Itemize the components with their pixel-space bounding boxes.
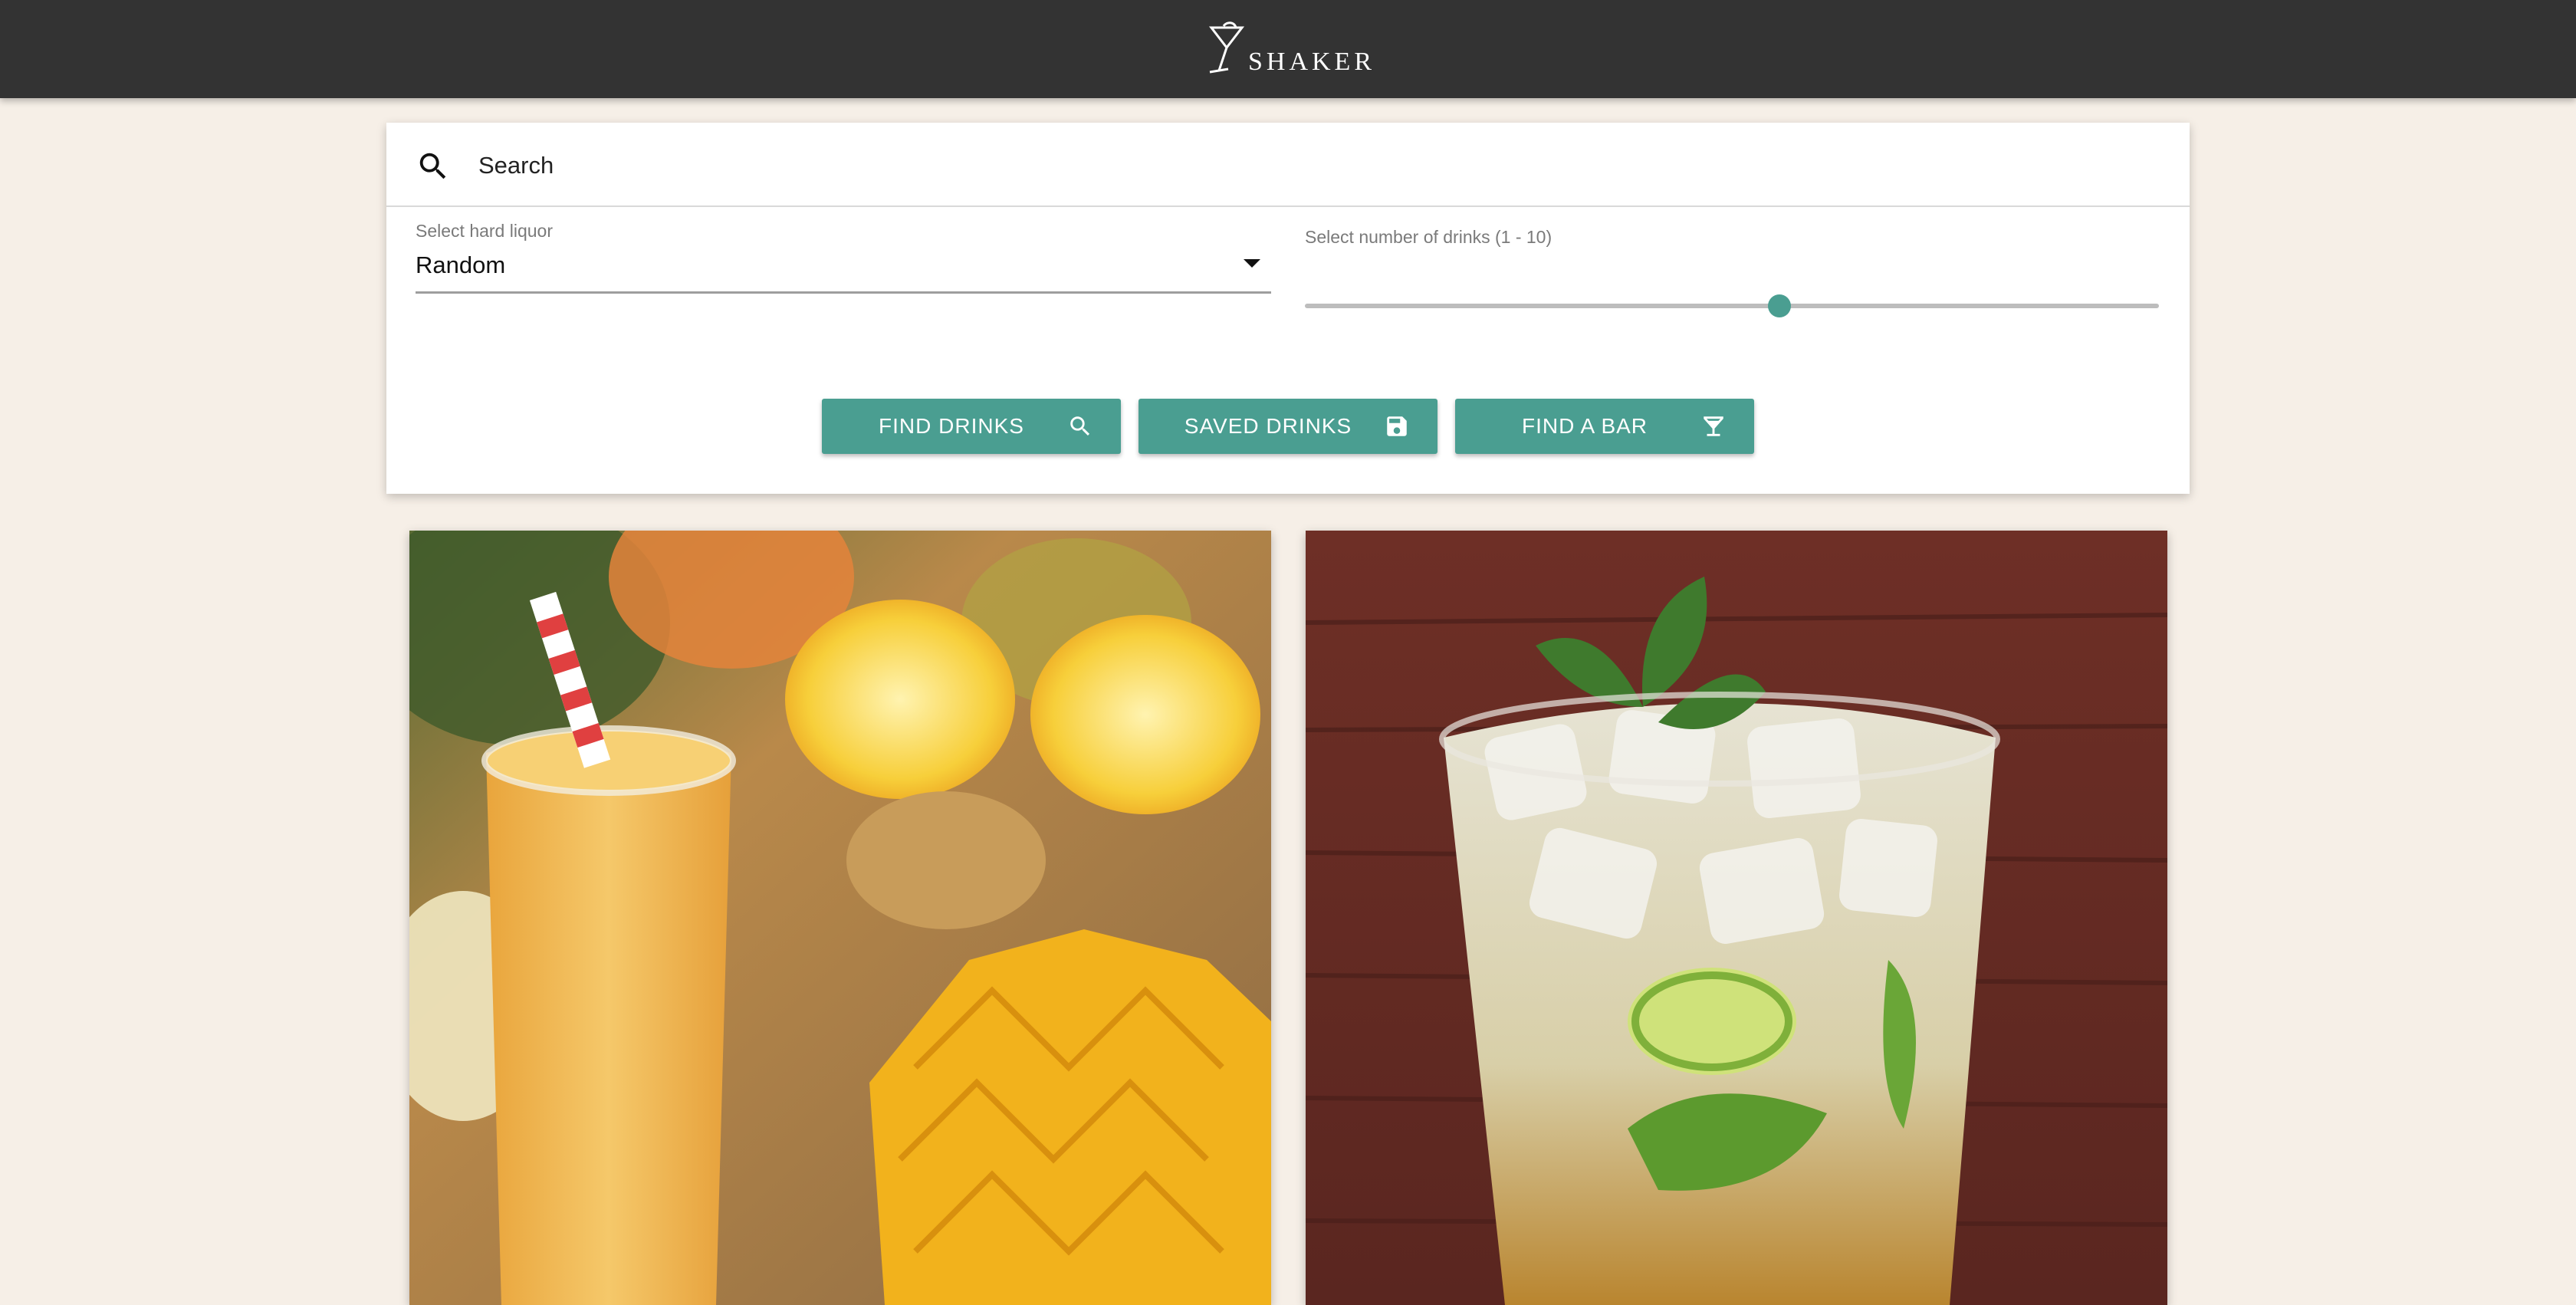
saved-drinks-button[interactable]: SAVED DRINKS [1138,399,1438,454]
search-icon [1070,416,1090,436]
caret-down-icon [1244,259,1260,268]
find-a-bar-button[interactable]: FIND A BAR [1455,399,1754,454]
drink-card[interactable] [409,531,1271,1305]
search-panel: Select hard liquor Random Select number … [386,123,2190,494]
mango-smoothie-drink-photo [409,531,1271,1305]
hard-liquor-select-label: Select hard liquor [416,221,553,241]
save-icon [1387,416,1407,436]
hard-liquor-select[interactable]: Select hard liquor Random [416,221,1271,294]
app-logo[interactable]: SHAKER [1201,21,1375,77]
drink-card[interactable] [1306,531,2167,1305]
mojito-cocktail-drink-photo [1306,531,2167,1305]
cocktail-glass-icon [1704,416,1723,436]
find-drinks-label: FIND DRINKS [879,414,1024,438]
find-a-bar-label: FIND A BAR [1521,414,1648,438]
drinks-count-slider[interactable] [1305,294,2159,317]
find-drinks-button[interactable]: FIND DRINKS [822,399,1121,454]
slider-thumb[interactable] [1767,294,1791,317]
hard-liquor-selected-value: Random [416,251,506,278]
drinks-count-slider-label: Select number of drinks (1 - 10) [1305,227,1552,247]
search-icon [419,153,446,179]
martini-glass-icon [1208,21,1245,74]
search-input[interactable] [477,141,2151,190]
saved-drinks-label: SAVED DRINKS [1184,414,1352,438]
search-bar [386,123,2190,207]
top-navbar: SHAKER [0,0,2576,98]
app-title: SHAKER [1247,48,1376,76]
